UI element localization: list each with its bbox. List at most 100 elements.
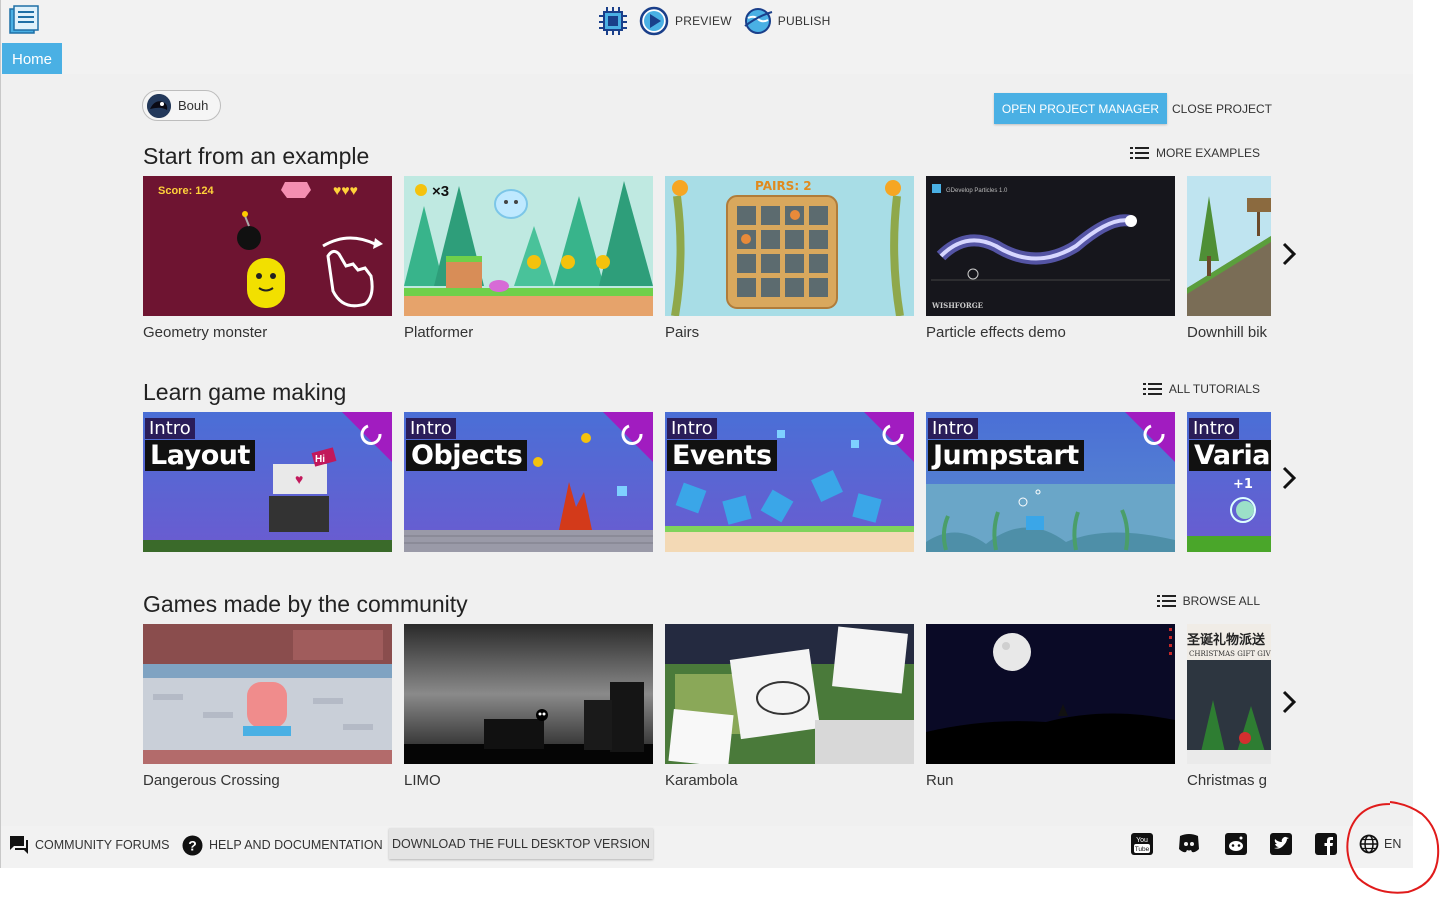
toolbar-center: PREVIEW PUBLISH [597,4,831,38]
open-project-manager-button[interactable]: OPEN PROJECT MANAGER [994,93,1167,124]
hi-text: Hi [315,454,325,465]
game-thumbnail [665,624,914,764]
community-row: Dangerous Crossing LIMO Karambola Run 圣诞… [143,624,1271,794]
example-title: Platformer [404,324,474,341]
svg-text:?: ? [188,837,197,853]
preview-button[interactable]: PREVIEW [639,6,732,36]
more-examples-label: MORE EXAMPLES [1155,146,1260,160]
tutorial-card[interactable]: +1 Intro Variab [1187,412,1271,552]
tutorial-title: Events [667,440,777,471]
tutorial-tag: Intro [145,418,195,439]
example-card[interactable]: PAIRS: 2 Pairs [665,176,914,346]
game-title: Karambola [665,772,738,789]
tutorial-card[interactable]: ♥ Hi Intro Layout [143,412,392,552]
play-icon [639,6,669,36]
reddit-icon[interactable] [1224,832,1248,856]
all-tutorials-label: ALL TUTORIALS [1168,382,1260,396]
help-documentation-link[interactable]: ? HELP AND DOCUMENTATION [182,834,383,856]
publish-button[interactable]: PUBLISH [742,6,831,36]
publish-label: PUBLISH [777,14,831,28]
chevron-right-icon[interactable] [1279,688,1299,716]
section-title-tutorials: Learn game making [143,379,347,405]
svg-text:Tube: Tube [1135,846,1150,853]
game-thumbnail [404,624,653,764]
tab-home[interactable]: Home [2,43,62,75]
chevron-right-icon[interactable] [1279,464,1299,492]
community-game-card[interactable]: Dangerous Crossing [143,624,392,794]
globe-publish-icon [744,8,773,34]
example-thumbnail: Score: 124 ♥♥♥ [143,176,392,316]
coins-text: ×3 [432,183,449,200]
browse-all-link[interactable]: BROWSE ALL [1156,591,1260,611]
debugger-icon[interactable] [597,6,631,36]
example-thumbnail: ×3 [404,176,653,316]
community-game-card[interactable]: Karambola [665,624,914,794]
particles-title-text: GDevelop Particles 1.0 [946,188,1008,194]
examples-row: Score: 124 ♥♥♥ Geometry monster ×3 Platf… [143,176,1271,346]
game-thumbnail: 圣诞礼物派送 CHRISTMAS GIFT GIV [1187,624,1271,764]
game-thumbnail [926,624,1175,764]
user-chip[interactable]: Bouh [142,90,222,121]
app-window: PREVIEW PUBLISH Home Bouh OPEN PROJECT M… [0,0,1413,868]
example-card[interactable]: Downhill bik [1187,176,1271,346]
tutorial-tag: Intro [667,418,717,439]
tab-bar: Home [1,42,1413,75]
footer-bar: COMMUNITY FORUMS ? HELP AND DOCUMENTATIO… [1,826,1413,868]
browse-all-label: BROWSE ALL [1182,594,1260,608]
list-icon [1156,595,1176,607]
plus-one-text: +1 [1233,477,1253,492]
help-icon: ? [182,835,203,855]
tutorial-tag: Intro [406,418,456,439]
tutorial-tag: Intro [928,418,978,439]
more-examples-link[interactable]: MORE EXAMPLES [1129,143,1260,163]
project-manager-icon[interactable] [8,5,40,35]
example-card[interactable]: Score: 124 ♥♥♥ Geometry monster [143,176,392,346]
tutorial-thumbnail: ♥ Hi Intro Layout [143,412,392,552]
chevron-right-icon[interactable] [1279,240,1299,268]
close-project-button[interactable]: CLOSE PROJECT [1167,93,1277,124]
avatar [147,93,171,118]
youtube-icon[interactable]: You Tube [1130,832,1154,856]
globe-icon [1359,834,1379,854]
download-desktop-button[interactable]: DOWNLOAD THE FULL DESKTOP VERSION [389,828,653,859]
tutorial-tag: Intro [1189,418,1239,439]
community-game-card[interactable]: LIMO [404,624,653,794]
game-title: Christmas g [1187,772,1268,789]
example-card[interactable]: ×3 Platformer [404,176,653,346]
tutorial-thumbnail: +1 Intro Variab [1187,412,1271,552]
forum-icon [10,836,28,854]
score-text: Score: 124 [158,185,215,197]
svg-text:♥: ♥ [295,471,303,487]
xmas-english-text: CHRISTMAS GIFT GIV [1189,650,1271,658]
game-thumbnail [143,624,392,764]
example-title: Particle effects demo [926,324,1066,341]
example-title: Pairs [665,324,700,341]
section-title-examples: Start from an example [143,143,370,169]
section-title-community: Games made by the community [143,591,468,617]
help-documentation-label: HELP AND DOCUMENTATION [209,838,383,852]
tutorial-card[interactable]: Intro Objects [404,412,653,552]
example-thumbnail: GDevelop Particles 1.0 WISHFORGE [926,176,1175,316]
community-forums-link[interactable]: COMMUNITY FORUMS [9,834,170,856]
all-tutorials-link[interactable]: ALL TUTORIALS [1142,379,1260,399]
community-game-card[interactable]: 圣诞礼物派送 CHRISTMAS GIFT GIV Christmas g [1187,624,1271,794]
example-title: Geometry monster [143,324,268,341]
xmas-chinese-text: 圣诞礼物派送 [1187,632,1266,648]
twitter-icon[interactable] [1269,832,1293,856]
tutorial-title: Objects [406,440,528,471]
language-selector[interactable]: EN [1359,833,1401,855]
tutorial-thumbnail: Intro Objects [404,412,653,552]
tutorials-row: ♥ Hi Intro Layout Intro Objects Intro Ev… [143,412,1271,552]
top-toolbar: PREVIEW PUBLISH [1,0,1413,42]
community-game-card[interactable]: Run [926,624,1175,794]
game-title: Run [926,772,954,789]
discord-icon[interactable] [1177,832,1201,856]
example-title: Downhill bik [1187,324,1268,341]
tutorial-card[interactable]: Intro Jumpstart [926,412,1175,552]
particles-brand-text: WISHFORGE [931,301,983,310]
tutorial-card[interactable]: Intro Events [665,412,914,552]
tutorial-title: Jumpstart [928,440,1084,471]
start-page: Bouh OPEN PROJECT MANAGER CLOSE PROJECT … [1,74,1413,826]
example-card[interactable]: GDevelop Particles 1.0 WISHFORGE Particl… [926,176,1175,346]
facebook-icon[interactable] [1314,832,1338,856]
